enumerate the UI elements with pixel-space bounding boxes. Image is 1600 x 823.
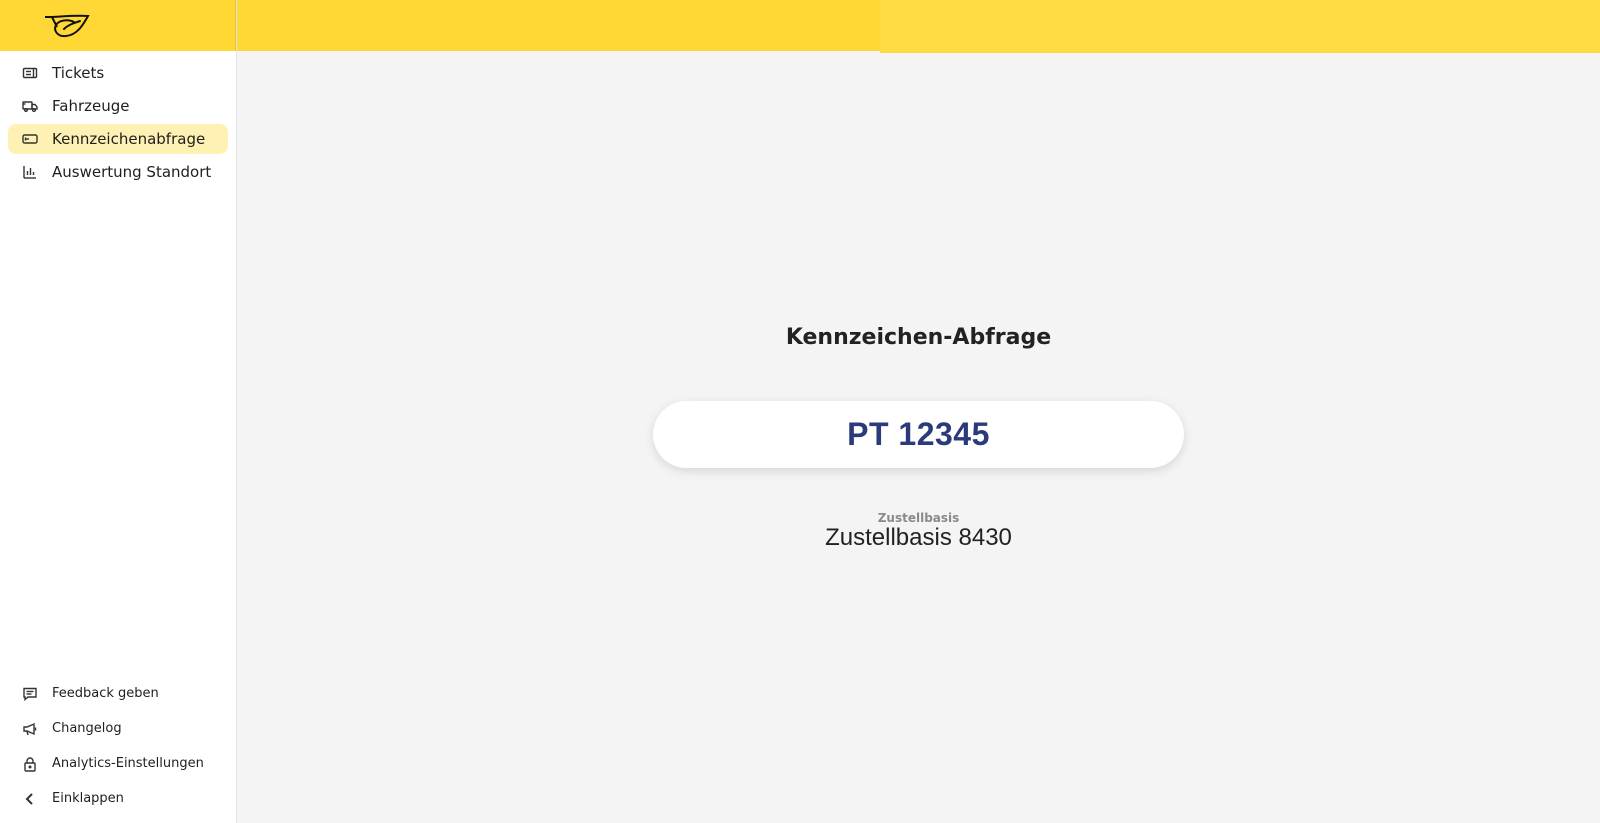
logo-area <box>0 0 236 51</box>
sidebar-item-label: Fahrzeuge <box>52 97 130 115</box>
megaphone-icon <box>22 721 38 737</box>
license-plate-icon <box>22 131 38 147</box>
sidebar: Tickets Fahrzeuge Kennzeichenabfrage Aus… <box>0 0 237 823</box>
delivery-base-value: Zustellbasis 8430 <box>825 524 1012 551</box>
feedback-icon <box>22 686 38 702</box>
main-content: Kennzeichen-Abfrage PT 12345 Zustellbasi… <box>237 51 1600 823</box>
delivery-base-label: Zustellbasis <box>877 511 960 525</box>
collapse-label: Einklappen <box>52 791 124 806</box>
license-plate-display: PT 12345 <box>653 401 1184 468</box>
bar-chart-icon <box>22 164 38 180</box>
bottom-nav: Feedback geben Changelog Analytics-Einst… <box>0 676 236 816</box>
sidebar-item-kennzeichenabfrage[interactable]: Kennzeichenabfrage <box>8 124 228 154</box>
ticket-icon <box>22 65 38 81</box>
feedback-label: Feedback geben <box>52 686 159 701</box>
sidebar-item-label: Tickets <box>52 64 105 82</box>
changelog-label: Changelog <box>52 721 122 736</box>
truck-icon <box>22 98 38 114</box>
feedback-button[interactable]: Feedback geben <box>0 676 236 711</box>
sidebar-item-auswertung-standort[interactable]: Auswertung Standort <box>8 157 228 187</box>
analytics-settings-button[interactable]: Analytics-Einstellungen <box>0 746 236 781</box>
main-nav: Tickets Fahrzeuge Kennzeichenabfrage Aus… <box>0 51 236 187</box>
lock-icon <box>22 756 38 772</box>
page-title: Kennzeichen-Abfrage <box>785 325 1052 350</box>
sidebar-item-label: Auswertung Standort <box>52 163 212 181</box>
post-horn-logo-icon[interactable] <box>44 13 90 39</box>
top-bar-right <box>880 0 1600 53</box>
chevron-left-icon <box>22 791 38 807</box>
changelog-button[interactable]: Changelog <box>0 711 236 746</box>
sidebar-item-tickets[interactable]: Tickets <box>8 58 228 88</box>
collapse-button[interactable]: Einklappen <box>0 781 236 816</box>
sidebar-item-fahrzeuge[interactable]: Fahrzeuge <box>8 91 228 121</box>
analytics-settings-label: Analytics-Einstellungen <box>52 756 204 771</box>
sidebar-item-label: Kennzeichenabfrage <box>52 130 206 148</box>
plate-number: PT 12345 <box>847 416 990 452</box>
